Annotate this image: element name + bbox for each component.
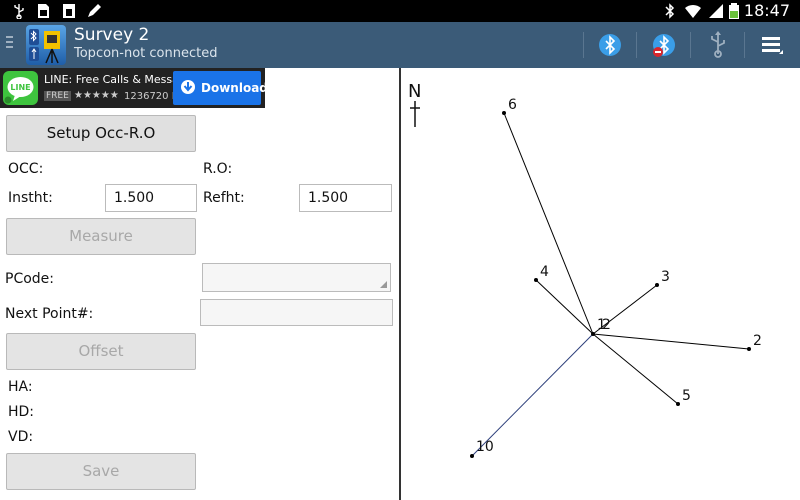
shot-line-10 bbox=[471, 333, 594, 457]
instht-input[interactable]: 1.500 bbox=[105, 184, 197, 212]
bluetooth-disconnect-icon[interactable] bbox=[649, 30, 679, 60]
point-label: 10 bbox=[476, 439, 494, 455]
next-point-input[interactable] bbox=[200, 299, 393, 326]
survey-point[interactable] bbox=[676, 402, 680, 406]
measure-button[interactable]: Measure bbox=[6, 218, 196, 255]
setup-occ-ro-button[interactable]: Setup Occ-R.O bbox=[6, 115, 196, 152]
signal-icon bbox=[708, 3, 724, 19]
shot-line-6 bbox=[503, 112, 594, 335]
shot-line-5 bbox=[592, 333, 679, 405]
ro-label: R.O: bbox=[203, 161, 233, 177]
pcode-label: PCode: bbox=[5, 271, 54, 287]
usb-icon bbox=[12, 3, 26, 20]
occ-label: OCC: bbox=[8, 161, 44, 177]
battery-icon bbox=[728, 3, 740, 19]
pcode-dropdown[interactable] bbox=[202, 263, 391, 292]
refht-input[interactable]: 1.500 bbox=[299, 184, 392, 212]
survey-point[interactable] bbox=[534, 278, 538, 282]
shot-line-4 bbox=[535, 279, 594, 335]
vd-label: VD: bbox=[8, 429, 34, 445]
app-title: Survey 2 bbox=[74, 25, 150, 45]
instht-label: Instht: bbox=[8, 190, 53, 206]
drawer-handle-icon[interactable] bbox=[6, 36, 14, 54]
survey-point[interactable] bbox=[655, 283, 659, 287]
wifi-icon bbox=[684, 3, 702, 19]
sd-card-icon bbox=[36, 3, 50, 19]
next-point-label: Next Point#: bbox=[5, 306, 94, 322]
action-bar: Survey 2 Topcon-not connected bbox=[0, 22, 800, 68]
survey-point[interactable] bbox=[470, 454, 474, 458]
shot-line-2 bbox=[592, 333, 750, 350]
measurement-form: Setup Occ-R.O OCC: R.O: Instht: 1.500 Re… bbox=[0, 108, 399, 500]
survey-point[interactable] bbox=[502, 111, 506, 115]
survey-point[interactable] bbox=[747, 347, 751, 351]
overflow-menu-icon[interactable] bbox=[757, 30, 787, 60]
point-label: 2 bbox=[753, 333, 762, 349]
clock: 18:47 bbox=[743, 1, 790, 20]
status-bar: 18:47 bbox=[0, 0, 800, 22]
line-app-icon: LINE bbox=[3, 71, 38, 105]
ad-download-button[interactable]: Download bbox=[173, 71, 268, 105]
ha-label: HA: bbox=[8, 379, 33, 395]
bluetooth-icon bbox=[664, 3, 676, 19]
svg-text:LINE: LINE bbox=[10, 83, 30, 92]
dropdown-arrow-icon bbox=[380, 281, 387, 288]
north-label: N bbox=[408, 81, 421, 102]
action-separator bbox=[583, 32, 584, 58]
point-label: 5 bbox=[682, 388, 691, 404]
refht-label: Refht: bbox=[203, 190, 245, 206]
ad-banner[interactable]: LINE LINE: Free Calls & Message FREE ★★★… bbox=[0, 68, 268, 108]
ad-title: LINE: Free Calls & Message bbox=[44, 73, 193, 86]
north-arrow-icon bbox=[410, 101, 420, 127]
action-separator bbox=[690, 32, 691, 58]
ad-free-badge: FREE bbox=[44, 91, 71, 101]
bluetooth-connect-icon[interactable] bbox=[595, 30, 625, 60]
station-label-2: 2 bbox=[602, 317, 611, 333]
point-label: 4 bbox=[540, 264, 549, 280]
action-separator bbox=[744, 32, 745, 58]
usb-connect-icon[interactable] bbox=[703, 30, 733, 60]
save-button[interactable]: Save bbox=[6, 453, 196, 490]
connection-status: Topcon-not connected bbox=[74, 46, 218, 61]
sim-icon bbox=[62, 3, 76, 19]
ad-download-label: Download bbox=[201, 81, 268, 95]
pencil-icon bbox=[86, 3, 102, 19]
station-point[interactable] bbox=[591, 332, 595, 336]
hd-label: HD: bbox=[8, 404, 35, 420]
point-label: 6 bbox=[508, 97, 517, 113]
point-label: 3 bbox=[661, 269, 670, 285]
action-separator bbox=[636, 32, 637, 58]
survey-plot[interactable]: N 1 2 6 4 3 2 5 10 bbox=[401, 68, 800, 500]
download-arrow-icon bbox=[181, 80, 195, 94]
app-icon[interactable] bbox=[26, 25, 66, 65]
offset-button[interactable]: Offset bbox=[6, 333, 196, 370]
ad-rating-stars: ★★★★★ bbox=[74, 90, 119, 101]
